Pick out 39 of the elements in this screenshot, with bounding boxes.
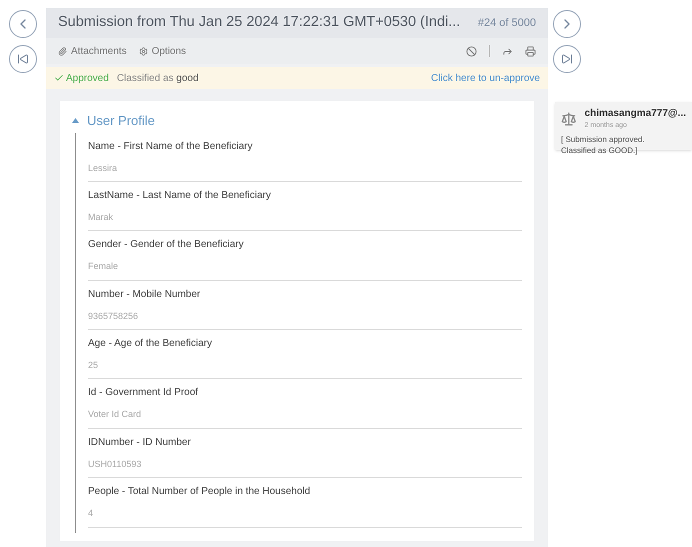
classification-text: Classified as good <box>116 72 199 86</box>
print-icon[interactable] <box>525 46 536 56</box>
field-value: Lessira <box>88 162 118 174</box>
comment-text: [ Submission approved. Classified as GOOD.] <box>561 134 646 156</box>
field-label: Id - Government Id Proof <box>88 386 200 400</box>
comment-author: chimasangma777@... <box>584 107 686 121</box>
field-value: Female <box>88 260 120 274</box>
first-button[interactable] <box>9 45 37 73</box>
field-value: USH0110593 <box>88 458 142 471</box>
options-button[interactable]: Options <box>138 44 186 58</box>
previous-button[interactable] <box>9 10 37 38</box>
field-label: Age - Age of the Beneficiary <box>88 337 213 352</box>
last-button[interactable] <box>553 45 581 73</box>
field-value: 9365758256 <box>88 310 140 323</box>
check-icon <box>54 73 64 83</box>
settings-icon <box>138 46 148 56</box>
share-icon[interactable] <box>502 46 513 56</box>
skip-forward-icon <box>561 53 573 65</box>
paperclip-icon <box>58 46 67 56</box>
attachments-button[interactable]: Attachments <box>58 44 127 58</box>
submission-title: Submission from Thu Jan 25 2024 17:22:31 GMT+0530 (Indi... <box>58 13 462 32</box>
field-label: People - Total Number of People in the Household <box>88 485 312 500</box>
field-label: LastName - Last Name of the Beneficiary <box>88 188 272 203</box>
field-label: Gender - Gender of the Beneficiary <box>88 238 245 252</box>
field-value: Voter Id Card <box>88 408 142 422</box>
field-value: 4 <box>88 507 94 520</box>
caret-icon <box>72 118 79 124</box>
field-label: Name - First Name of the Beneficiary <box>88 140 254 154</box>
submission-counter: #24 of 5000 <box>478 16 536 31</box>
field-value: 25 <box>88 359 100 372</box>
skip-back-icon <box>17 53 29 65</box>
field-value: Marak <box>88 210 114 224</box>
next-button[interactable] <box>553 10 581 38</box>
section-toggle[interactable]: User Profile <box>72 111 155 130</box>
field-label: IDNumber - ID Number <box>88 436 192 450</box>
field-label: Number - Mobile Number <box>88 288 202 302</box>
approved-status: Approved <box>54 70 109 86</box>
unapprove-link[interactable]: Click here to un-approve <box>431 70 540 86</box>
block-icon[interactable] <box>466 46 477 56</box>
